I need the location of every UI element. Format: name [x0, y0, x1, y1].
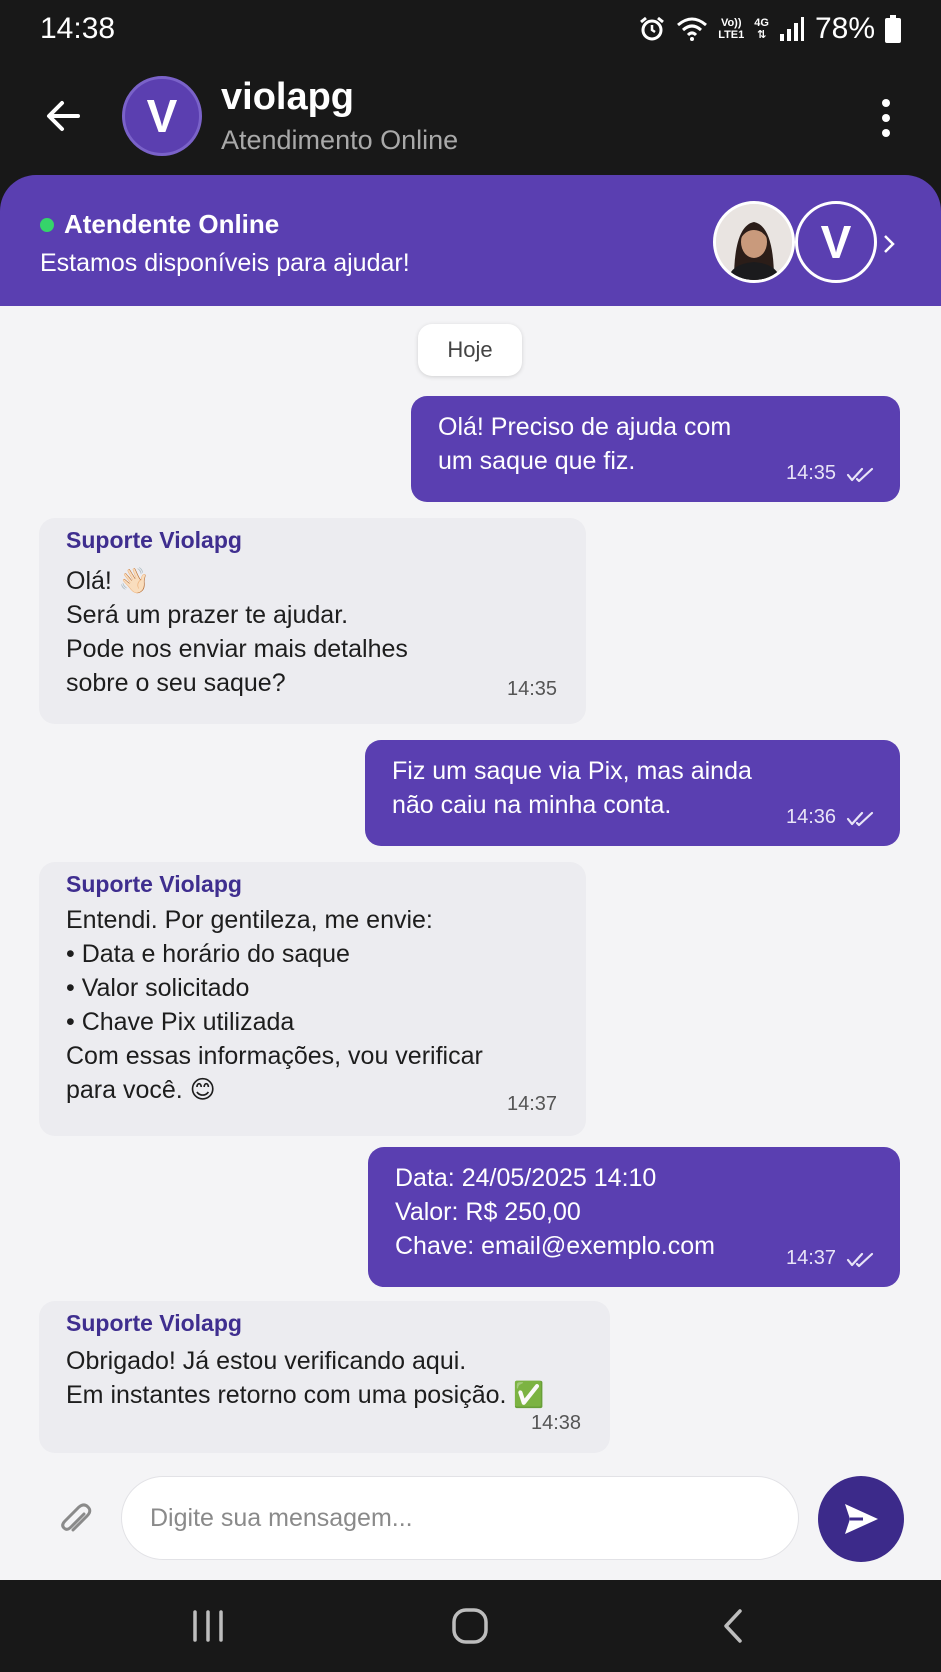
agent-status-label: Atendente Online: [64, 209, 280, 239]
online-dot-icon: [40, 217, 54, 232]
message-incoming[interactable]: Suporte Violapg Entendi. Por gentileza, …: [39, 862, 586, 1136]
chevron-left-icon: [724, 1609, 742, 1643]
send-icon: [845, 1504, 878, 1534]
network-type-indicator: 4G ⇅: [754, 17, 769, 41]
contact-name[interactable]: violapg: [221, 76, 354, 119]
double-check-icon: [846, 1252, 874, 1268]
message-time: 14:37: [786, 1247, 837, 1269]
message-time: 14:36: [786, 806, 837, 828]
message-time: 14:38: [531, 1412, 582, 1434]
message-text: Fiz um saque via Pix, mas ainda não caiu…: [392, 757, 752, 819]
message-sender: Suporte Violapg: [66, 1310, 242, 1336]
message-text: Olá! Preciso de ajuda com um saque que f…: [438, 413, 732, 475]
message-time: 14:35: [507, 678, 558, 700]
battery-icon: [885, 15, 901, 43]
message-sender: Suporte Violapg: [66, 527, 242, 553]
brand-avatar: V: [795, 201, 877, 283]
agent-status: Atendente Online: [40, 209, 279, 240]
message-text: Obrigado! Já estou verificando aqui. Em …: [66, 1347, 545, 1409]
double-check-icon: [846, 811, 874, 827]
system-back-button[interactable]: [712, 1606, 756, 1646]
message-time: 14:35: [786, 462, 837, 484]
more-vertical-icon: [882, 99, 890, 137]
agent-avatar: [713, 201, 795, 283]
message-text: Entendi. Por gentileza, me envie: • Data…: [66, 906, 483, 1104]
home-button[interactable]: [448, 1606, 492, 1646]
battery-level: 78%: [814, 12, 875, 45]
volte-indicator: Vo)) LTE1: [718, 17, 745, 41]
send-button[interactable]: [818, 1476, 904, 1562]
home-icon: [452, 1608, 488, 1644]
status-bar: 14:38 Vo)) LTE1 4G ⇅ 78%: [0, 0, 941, 60]
paperclip-icon: [61, 1503, 92, 1532]
contact-avatar[interactable]: V: [122, 76, 202, 156]
message-input[interactable]: [121, 1476, 799, 1560]
online-banner[interactable]: Atendente Online Estamos disponíveis par…: [0, 175, 941, 306]
message-outgoing[interactable]: Fiz um saque via Pix, mas ainda não caiu…: [365, 740, 900, 846]
message-outgoing[interactable]: Olá! Preciso de ajuda com um saque que f…: [411, 396, 900, 502]
message-text: Olá! 👋🏻 Será um prazer te ajudar. Pode n…: [66, 567, 408, 697]
banner-message: Estamos disponíveis para ajudar!: [40, 249, 410, 277]
system-nav-bar: [0, 1580, 941, 1672]
message-text: Data: 24/05/2025 14:10 Valor: R$ 250,00 …: [395, 1164, 715, 1260]
message-incoming[interactable]: Suporte Violapg Olá! 👋🏻 Será um prazer t…: [39, 518, 586, 724]
status-icons: Vo)) LTE1 4G ⇅ 78%: [638, 12, 901, 46]
chevron-right-icon: [882, 233, 896, 260]
recent-apps-button[interactable]: [186, 1606, 230, 1646]
app-header: V violapg Atendimento Online: [0, 60, 941, 175]
alarm-icon: [638, 15, 666, 43]
composer: [0, 1460, 941, 1580]
more-options-button[interactable]: [871, 96, 901, 140]
recents-icon: [193, 1610, 223, 1642]
status-time: 14:38: [40, 12, 116, 45]
arrow-left-icon: [47, 101, 80, 131]
chat-area[interactable]: Hoje Olá! Preciso de ajuda com um saque …: [0, 306, 941, 1580]
message-sender: Suporte Violapg: [66, 871, 242, 897]
signal-icon: [779, 16, 805, 42]
back-button[interactable]: [40, 92, 88, 140]
double-check-icon: [846, 467, 874, 483]
message-outgoing[interactable]: Data: 24/05/2025 14:10 Valor: R$ 250,00 …: [368, 1147, 900, 1287]
contact-subtitle: Atendimento Online: [221, 125, 459, 155]
message-time: 14:37: [507, 1093, 558, 1115]
attach-button[interactable]: [56, 1500, 96, 1540]
message-incoming[interactable]: Suporte Violapg Obrigado! Já estou verif…: [39, 1301, 610, 1453]
date-separator: Hoje: [418, 324, 522, 376]
wifi-icon: [676, 16, 708, 42]
